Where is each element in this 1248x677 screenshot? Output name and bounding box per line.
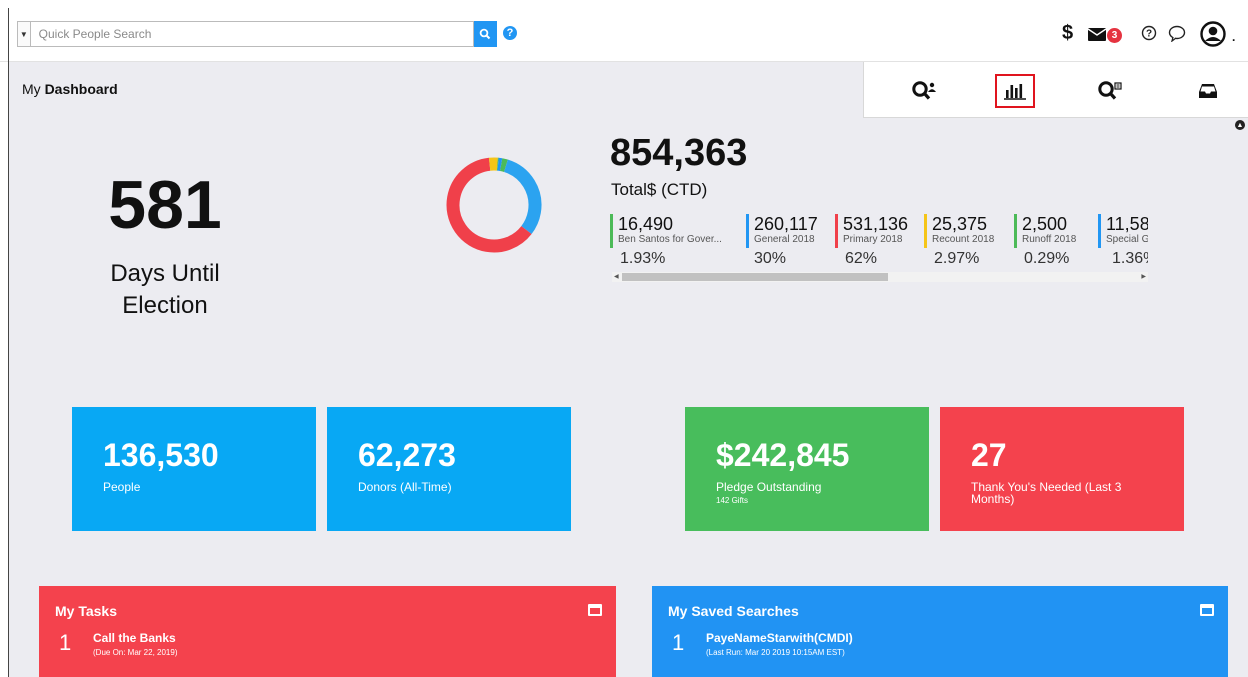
card-value: 27	[971, 437, 1007, 473]
saved-search-icon[interactable]	[1090, 74, 1130, 108]
breakdown-value: 16,490	[618, 214, 674, 234]
breakdown-color-bar	[1098, 214, 1101, 248]
breakdown-name: Special G	[1106, 234, 1148, 245]
minimize-icon[interactable]	[588, 604, 602, 616]
breakdown-value: 260,117	[754, 214, 818, 234]
caret-down-icon: ▼	[19, 29, 28, 39]
bar-chart-icon[interactable]	[995, 74, 1035, 108]
breakdown-value: 2,500	[1022, 214, 1068, 234]
my-tasks-panel: My Tasks 1 Call the Banks (Due On: Mar 2…	[39, 586, 616, 677]
days-until-election-value: 581	[108, 167, 222, 243]
svg-text:?: ?	[1146, 29, 1152, 40]
breakdown-color-bar	[746, 214, 749, 248]
card-label: Donors (All-Time)	[358, 480, 452, 494]
breakdown-percent: 2.97%	[934, 250, 980, 267]
collapse-toolbar-icon[interactable]: ▲	[1235, 120, 1245, 130]
breakdown-name: Primary 2018	[843, 234, 903, 245]
panel-title: My Tasks	[55, 603, 117, 619]
breakdown-name: General 2018	[754, 234, 815, 245]
search-button[interactable]	[473, 21, 497, 47]
breakdown-name: Recount 2018	[932, 234, 995, 245]
my-saved-searches-panel: My Saved Searches 1 PayeNameStarwith(CMD…	[652, 586, 1228, 677]
breakdown-percent: 62%	[845, 250, 878, 267]
total-ctd-value: 854,363	[610, 132, 748, 174]
breakdown-color-bar	[610, 214, 613, 248]
breakdown-percent: 0.29%	[1024, 250, 1070, 267]
search-number: 1	[672, 630, 685, 655]
chat-icon[interactable]	[1168, 25, 1186, 47]
mail-count-badge: 3	[1107, 28, 1122, 43]
user-avatar-icon[interactable]	[1200, 21, 1226, 52]
search-scope-dropdown[interactable]: ▼	[17, 21, 30, 47]
thank-yous-card[interactable]: 27 Thank You's Needed (Last 3 Months)	[940, 407, 1184, 531]
search-input[interactable]	[29, 21, 474, 47]
card-label: Pledge Outstanding	[716, 480, 822, 494]
task-number: 1	[59, 630, 72, 655]
breakdown-percent: 1.36%	[1112, 250, 1148, 267]
task-name[interactable]: Call the Banks	[93, 631, 176, 645]
breakdown-percent: 30%	[754, 250, 787, 267]
dollar-icon[interactable]: $	[1062, 22, 1073, 45]
breakdown-scrollbar[interactable]: ◀ ▶	[612, 272, 1148, 282]
breakdown-value: 11,58	[1106, 214, 1148, 234]
card-label: People	[103, 480, 141, 494]
help-icon[interactable]: ?	[503, 26, 517, 40]
donors-card[interactable]: 62,273 Donors (All-Time)	[327, 407, 571, 531]
inbox-icon[interactable]	[1188, 74, 1228, 108]
dashboard-toolbar	[863, 62, 1248, 118]
scroll-left-icon[interactable]: ◀	[614, 272, 619, 282]
card-value: 136,530	[103, 437, 219, 473]
totals-breakdown: 16,490 Ben Santos for Gover... 1.93% 260…	[610, 214, 1148, 270]
card-label: Thank You's Needed (Last 3 Months)	[971, 480, 1122, 506]
card-value: $242,845	[716, 437, 850, 473]
quick-search: ▼	[17, 21, 497, 47]
question-icon[interactable]: ?	[1141, 25, 1157, 46]
card-sublabel: 142 Gifts	[716, 496, 749, 505]
breakdown-color-bar	[1014, 214, 1017, 248]
breakdown-value: 25,375	[932, 214, 988, 234]
breakdown-value: 531,136	[843, 214, 909, 234]
totals-donut-chart	[446, 157, 542, 253]
saved-search-name[interactable]: PayeNameStarwith(CMDI)	[706, 631, 853, 645]
card-value: 62,273	[358, 437, 456, 473]
minimize-icon[interactable]	[1200, 604, 1214, 616]
search-icon	[480, 28, 491, 40]
user-menu-caret-icon[interactable]: .	[1232, 30, 1235, 44]
breakdown-name: Ben Santos for Gover...	[618, 234, 722, 245]
people-card[interactable]: 136,530 People	[72, 407, 316, 531]
mail-icon[interactable]	[1087, 28, 1107, 46]
saved-search-last-run: (Last Run: Mar 20 2019 10:15AM EST)	[706, 648, 845, 657]
page-title: My Dashboard	[22, 81, 118, 97]
breakdown-color-bar	[835, 214, 838, 248]
scrollbar-thumb[interactable]	[622, 273, 888, 281]
task-due: (Due On: Mar 22, 2019)	[93, 648, 178, 657]
panel-title: My Saved Searches	[668, 603, 799, 619]
total-ctd-label: Total$ (CTD)	[611, 180, 708, 199]
breakdown-percent: 1.93%	[620, 250, 666, 267]
pledge-outstanding-card[interactable]: $242,845 Pledge Outstanding 142 Gifts	[685, 407, 929, 531]
days-until-election-label: Days Until Election	[110, 260, 220, 319]
breakdown-name: Runoff 2018	[1022, 234, 1077, 245]
scroll-right-icon[interactable]: ▶	[1141, 272, 1146, 282]
people-search-icon[interactable]	[904, 74, 944, 108]
breakdown-color-bar	[924, 214, 927, 248]
